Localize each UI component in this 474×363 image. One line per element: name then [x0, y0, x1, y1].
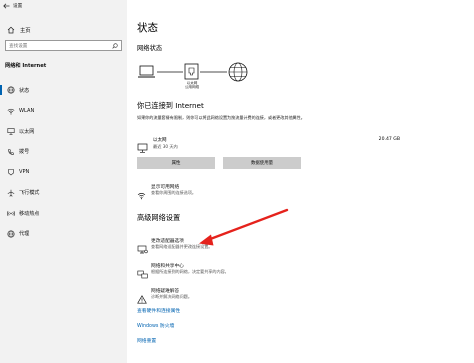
sidebar-item-label: 移动热点 [19, 210, 40, 217]
adapter-caption-network: 公用网络 [184, 85, 200, 90]
show-networks-desc: 查看你周围的连接选项。 [151, 190, 197, 195]
wifi-icon [137, 185, 146, 204]
sharing-center-icon [137, 264, 148, 283]
ethernet-port-icon [184, 63, 199, 80]
wifi-icon [6, 106, 15, 115]
sidebar: 设置 主页 查找设置 网络和 Internet 状态 WLAN 以太网 拨号 V… [0, 0, 127, 363]
ethernet-name: 以太网 [153, 138, 167, 143]
ethernet-icon [6, 127, 15, 136]
network-status-title: 网络状态 [137, 45, 163, 52]
show-available-networks[interactable]: 显示可用网络 查看你周围的连接选项。 [137, 184, 427, 204]
sidebar-item-label: 状态 [19, 87, 30, 94]
sidebar-item-dialup[interactable]: 拨号 [0, 142, 127, 163]
windows-firewall-link[interactable]: Windows 防火墙 [137, 322, 174, 329]
home-label: 主页 [20, 27, 31, 34]
search-input[interactable]: 查找设置 [5, 40, 122, 51]
sidebar-item-vpn[interactable]: VPN [0, 162, 127, 183]
ethernet-usage-row: 以太网 最近 30 天内 20.47 GB [137, 136, 400, 153]
main-content: 状态 网络状态 以太网 公用网络 你已连接到 Internet 如果你的流量套餐… [127, 0, 474, 363]
connected-heading: 你已连接到 Internet [137, 101, 204, 110]
adapter-caption: 以太网 公用网络 [178, 81, 206, 90]
sidebar-item-ethernet[interactable]: 以太网 [0, 121, 127, 142]
network-sharing-center[interactable]: 网络和共享中心 根据所连接到的网络，决定要共享的内容。 [137, 263, 427, 283]
troubleshooter-desc: 诊断并解决网络问题。 [151, 294, 192, 299]
sidebar-section-title: 网络和 Internet [5, 63, 47, 69]
sidebar-item-label: 拨号 [19, 149, 30, 156]
network-troubleshooter[interactable]: 网络疑难解答 诊断并解决网络问题。 [137, 288, 427, 308]
laptop-icon [138, 65, 155, 78]
change-adapter-options[interactable]: 更改适配器选项 查看网络适配器并更改连接设置。 [137, 238, 427, 258]
sidebar-item-label: 代理 [19, 231, 30, 238]
sidebar-item-airplane[interactable]: 飞行模式 [0, 183, 127, 204]
network-diagram: 以太网 公用网络 [137, 62, 267, 92]
sharing-center-desc: 根据所连接到的网络，决定要共享的内容。 [151, 269, 229, 274]
ethernet-period: 最近 30 天内 [153, 144, 178, 149]
hardware-properties-link[interactable]: 查看硬件和连接属性 [137, 307, 180, 314]
ethernet-icon [137, 138, 148, 157]
sidebar-item-status[interactable]: 状态 [0, 80, 127, 101]
sidebar-item-label: VPN [19, 169, 30, 176]
sidebar-item-label: 飞行模式 [19, 190, 40, 197]
adapter-icon [137, 239, 148, 258]
warning-icon [137, 289, 147, 308]
search-icon[interactable] [112, 42, 118, 49]
connected-description: 如果你的流量套餐有限制，则你可以将此网络设置为按流量计费的连接，或者更改其他属性… [137, 115, 305, 120]
sidebar-item-wlan[interactable]: WLAN [0, 101, 127, 122]
properties-button[interactable]: 属性 [137, 157, 215, 169]
vpn-icon [6, 168, 15, 177]
ethernet-data-usage: 20.47 GB [378, 137, 400, 142]
advanced-settings-heading: 高级网络设置 [137, 213, 181, 222]
network-reset-link[interactable]: 网络重置 [137, 337, 156, 344]
window-title: 设置 [13, 4, 23, 9]
airplane-icon [6, 188, 15, 197]
change-adapter-desc: 查看网络适配器并更改连接设置。 [151, 244, 213, 249]
sidebar-nav: 状态 WLAN 以太网 拨号 VPN 飞行模式 移动热点 代理 [0, 80, 127, 244]
hotspot-icon [6, 209, 15, 218]
home-icon [5, 26, 16, 34]
back-arrow-icon[interactable] [0, 0, 12, 12]
internet-globe-icon [228, 62, 248, 82]
globe-icon [6, 86, 15, 95]
search-placeholder: 查找设置 [9, 43, 28, 49]
title-bar: 设置 [0, 0, 127, 12]
sidebar-item-label: 以太网 [19, 128, 35, 135]
page-title: 状态 [137, 22, 158, 34]
data-usage-button[interactable]: 数据使用量 [223, 157, 301, 169]
sidebar-item-proxy[interactable]: 代理 [0, 224, 127, 245]
dialup-icon [6, 147, 15, 156]
home-nav-item[interactable]: 主页 [5, 24, 122, 35]
sidebar-item-hotspot[interactable]: 移动热点 [0, 203, 127, 224]
sidebar-item-label: WLAN [19, 107, 35, 114]
globe-icon [6, 229, 15, 238]
